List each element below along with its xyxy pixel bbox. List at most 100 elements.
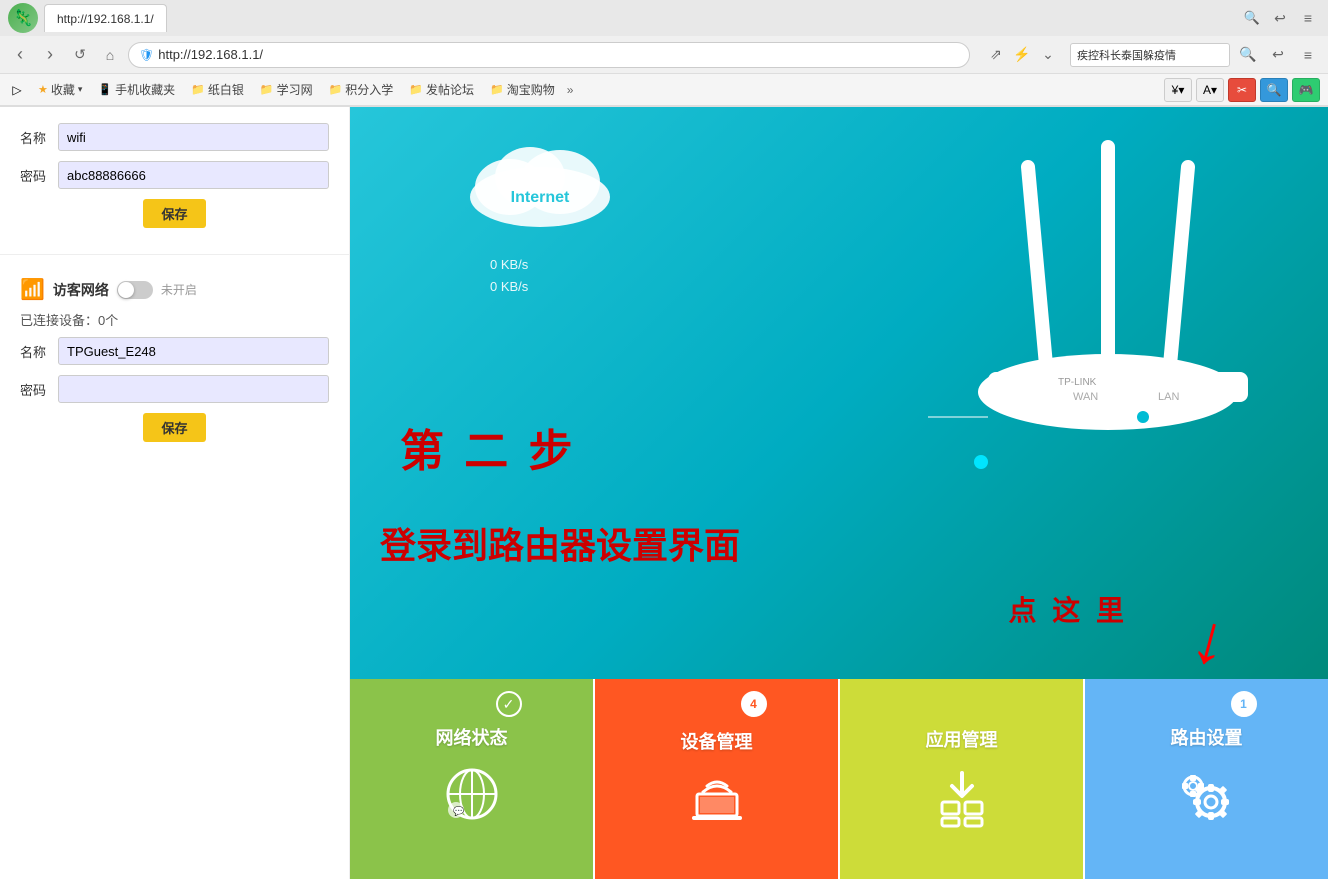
guest-password-label: 密码 — [20, 380, 50, 399]
nav-tile-app-manage[interactable]: 应用管理 — [840, 679, 1085, 879]
tile-app-label: 应用管理 — [926, 726, 998, 752]
bookmark-label: 发帖论坛 — [426, 81, 474, 98]
bookmark-label: 收藏 — [51, 81, 75, 98]
nav-tile-device-manage[interactable]: 4 设备管理 — [595, 679, 840, 879]
address-bar[interactable]: 🛡 http://192.168.1.1/ — [128, 42, 970, 68]
guest-save-btn-row: 保存 — [20, 413, 329, 442]
name-label: 名称 — [20, 128, 50, 147]
nav-bar: ‹ › ↺ ⌂ 🛡 http://192.168.1.1/ ⇗ ⚡ ⌄ 疾控科长… — [0, 36, 1328, 74]
tile-network-label: 网络状态 — [436, 724, 508, 750]
titlebar: 🦎 http://192.168.1.1/ 🔍 ↩ ≡ — [0, 0, 1328, 36]
bookmark-admission[interactable]: 📁 积分入学 — [325, 79, 398, 100]
guest-password-input[interactable] — [58, 375, 329, 403]
nav-tile-router-settings[interactable]: 1 路由设置 — [1085, 679, 1328, 879]
step-annotation: 第 二 步 — [400, 415, 576, 479]
cloud-container: Internet — [460, 137, 620, 232]
laptop-wifi-icon — [687, 770, 747, 831]
forward-btn[interactable]: › — [38, 43, 62, 67]
scissors-btn[interactable]: ✂ — [1228, 78, 1256, 102]
guest-name-label: 名称 — [20, 342, 50, 361]
check-badge: ✓ — [496, 691, 522, 717]
main-area: 名称 密码 保存 📶 访客网络 未开启 已连接设备：0个 — [0, 107, 1328, 879]
guest-title: 访客网络 — [53, 280, 109, 300]
bookmark-label: 纸白银 — [208, 81, 244, 98]
guest-name-row: 名称 — [20, 337, 329, 365]
folder-icon2: 📁 — [260, 83, 274, 96]
search-bar[interactable]: 疾控科长泰国躲疫情 — [1070, 43, 1230, 67]
router-badge: 1 — [1231, 691, 1257, 717]
dropdown-btn[interactable]: ⌄ — [1036, 43, 1060, 67]
section-divider — [0, 254, 349, 255]
password-label: 密码 — [20, 166, 50, 185]
folder-icon5: 📁 — [490, 83, 504, 96]
bookmark-label: 手机收藏夹 — [115, 81, 175, 98]
svg-text:Internet: Internet — [511, 189, 570, 206]
bookmark-favorites[interactable]: ★ 收藏 ▾ — [34, 79, 86, 100]
more-bookmarks[interactable]: » — [567, 83, 574, 97]
refresh-btn[interactable]: ↺ — [68, 43, 92, 67]
guest-password-row: 密码 — [20, 375, 329, 403]
wifi-name-row: 名称 — [20, 123, 329, 151]
chevron-icon: ▾ — [78, 84, 83, 95]
bookmark-taobao[interactable]: 📁 淘宝购物 — [486, 79, 559, 100]
toggle-knob — [118, 282, 134, 298]
browser-logo: 🦎 — [8, 3, 38, 33]
speed-up: 0 KB/s — [490, 257, 528, 272]
bookmark-mobile[interactable]: 📱 手机收藏夹 — [94, 79, 179, 100]
menu-btn2[interactable]: ≡ — [1296, 43, 1320, 67]
bookmark-forum[interactable]: 📁 发帖论坛 — [405, 79, 478, 100]
undo-btn2[interactable]: ↩ — [1266, 43, 1290, 67]
bookmark-silver[interactable]: 📁 纸白银 — [187, 79, 248, 100]
yen-icon-btn[interactable]: ¥▾ — [1164, 78, 1192, 102]
wifi-password-input[interactable] — [58, 161, 329, 189]
save-btn-row: 保存 — [20, 199, 329, 228]
tab-title: http://192.168.1.1/ — [57, 12, 154, 26]
svg-text:💬: 💬 — [453, 805, 464, 816]
wifi-name-input[interactable] — [58, 123, 329, 151]
login-annotation: 登录到路由器设置界面 — [380, 517, 740, 569]
wifi-password-row: 密码 — [20, 161, 329, 189]
guest-toggle[interactable] — [117, 281, 153, 299]
device-badge: 4 — [741, 691, 767, 717]
connection-dot — [974, 455, 988, 469]
menu-btn[interactable]: ≡ — [1296, 6, 1320, 30]
grid-download-icon — [932, 768, 992, 833]
bookmarks-bar: ▷ ★ 收藏 ▾ 📱 手机收藏夹 📁 纸白银 📁 学习网 📁 积分入学 📁 发帖… — [0, 74, 1328, 106]
wifi-save-button[interactable]: 保存 — [143, 199, 205, 228]
folder-icon3: 📁 — [329, 83, 343, 96]
back-btn[interactable]: ‹ — [8, 43, 32, 67]
search-text: 疾控科长泰国躲疫情 — [1077, 47, 1176, 63]
undo-btn[interactable]: ↩ — [1268, 6, 1292, 30]
browser-search-btn[interactable]: 🔍 — [1236, 43, 1260, 67]
red-arrow: ↓ — [1185, 601, 1237, 678]
guest-name-input[interactable] — [58, 337, 329, 365]
active-tab[interactable]: http://192.168.1.1/ — [44, 4, 167, 32]
bookmark-study[interactable]: 📁 学习网 — [256, 79, 317, 100]
sidebar: 名称 密码 保存 📶 访客网络 未开启 已连接设备：0个 — [0, 107, 350, 879]
game-btn[interactable]: 🎮 — [1292, 78, 1320, 102]
folder-icon: 📁 — [191, 83, 205, 96]
toggle-status: 未开启 — [161, 281, 197, 298]
router-area: Internet 0 KB/s 0 KB/s LAN WAN — [350, 107, 1328, 679]
guest-section: 📶 访客网络 未开启 已连接设备：0个 名称 密码 保存 — [0, 265, 349, 454]
bookmarks-toggle[interactable]: ▷ — [8, 81, 26, 99]
connected-info: 已连接设备：0个 — [20, 310, 329, 329]
translate-btn[interactable]: A▾ — [1196, 78, 1224, 102]
share-btn[interactable]: ⇗ — [984, 43, 1008, 67]
svg-text:LAN: LAN — [1158, 391, 1179, 403]
tile-device-label: 设备管理 — [681, 728, 753, 754]
svg-text:WAN: WAN — [1073, 391, 1098, 403]
lightning-btn[interactable]: ⚡ — [1010, 43, 1034, 67]
search-ext-btn[interactable]: 🔍 — [1260, 78, 1288, 102]
wifi-icon: 📶 — [20, 277, 45, 302]
guest-save-button[interactable]: 保存 — [143, 413, 205, 442]
svg-text:TP-LINK: TP-LINK — [1058, 377, 1097, 388]
home-btn[interactable]: ⌂ — [98, 43, 122, 67]
gear-icon — [1175, 766, 1239, 835]
star-icon: ★ — [38, 83, 48, 96]
nav-tile-network-status[interactable]: ✓ 网络状态 💬 — [350, 679, 595, 879]
router-image: LAN WAN TP-LINK — [928, 107, 1268, 452]
search-sidebar-btn[interactable]: 🔍 — [1240, 6, 1264, 30]
bookmark-label: 淘宝购物 — [507, 81, 555, 98]
tile-router-label: 路由设置 — [1171, 724, 1243, 750]
